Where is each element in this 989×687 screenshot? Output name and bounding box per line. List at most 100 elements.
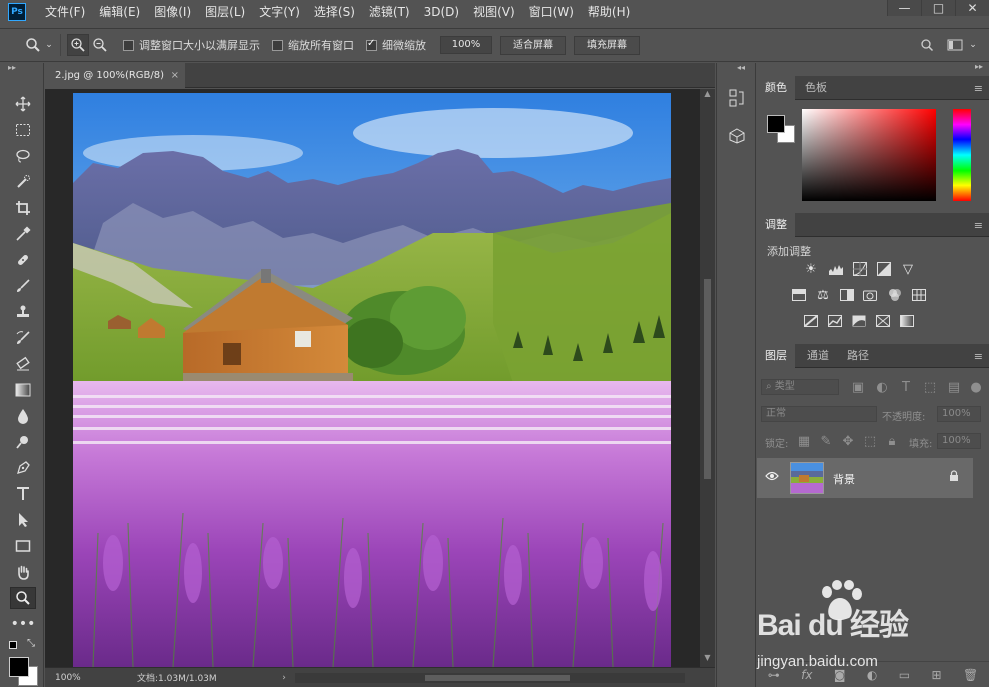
menu-select[interactable]: 选择(S)	[307, 0, 362, 24]
scroll-down-icon[interactable]: ▼	[700, 653, 715, 665]
visibility-eye-icon[interactable]	[765, 470, 779, 484]
curves-icon[interactable]	[851, 261, 869, 277]
add-mask-icon[interactable]: ◙	[834, 668, 846, 682]
channel-mixer-icon[interactable]	[886, 287, 904, 303]
zoom-tool-icon[interactable]	[10, 587, 36, 609]
maximize-button[interactable]: □	[921, 0, 955, 16]
new-adjustment-icon[interactable]: ◐	[867, 668, 877, 682]
black-white-icon[interactable]	[838, 287, 856, 303]
brightness-icon[interactable]: ☀	[802, 261, 820, 277]
lock-icon[interactable]	[949, 470, 959, 485]
layer-style-icon[interactable]: fx	[801, 668, 812, 682]
menu-layer[interactable]: 图层(L)	[198, 0, 252, 24]
menu-view[interactable]: 视图(V)	[466, 0, 522, 24]
marquee-tool-icon[interactable]	[10, 119, 36, 141]
new-group-icon[interactable]: ▭	[899, 668, 910, 682]
panel-menu-icon[interactable]: ≡	[974, 350, 983, 363]
brush-tool-icon[interactable]	[10, 275, 36, 297]
eraser-tool-icon[interactable]	[10, 353, 36, 375]
tab-channels[interactable]: 通道	[799, 344, 837, 368]
foreground-color-swatch[interactable]	[9, 657, 29, 677]
blur-tool-icon[interactable]	[10, 405, 36, 427]
tab-color[interactable]: 颜色	[757, 76, 795, 100]
vibrance-icon[interactable]: ▽	[899, 261, 917, 277]
history-icon[interactable]	[725, 87, 749, 109]
healing-brush-tool-icon[interactable]	[10, 249, 36, 271]
hand-tool-icon[interactable]	[10, 561, 36, 583]
panel-menu-icon[interactable]: ≡	[974, 219, 983, 232]
status-zoom[interactable]: 100%	[45, 673, 97, 683]
color-lookup-icon[interactable]	[910, 287, 928, 303]
zoom-out-icon[interactable]	[89, 34, 111, 56]
layer-filter-select[interactable]: ⌕ 类型	[761, 379, 839, 395]
type-tool-icon[interactable]	[10, 483, 36, 505]
color-field[interactable]	[802, 109, 936, 201]
resize-windows-checkbox[interactable]	[123, 39, 134, 51]
zoom-percent-field[interactable]: 100%	[440, 36, 492, 54]
menu-file[interactable]: 文件(F)	[38, 0, 92, 24]
fill-field[interactable]: 100%	[937, 433, 981, 449]
layer-name[interactable]: 背景	[833, 471, 855, 487]
filter-adjustment-icon[interactable]: ◐	[873, 379, 891, 395]
fill-screen-button[interactable]: 填充屏幕	[574, 35, 640, 55]
color-balance-icon[interactable]: ⚖	[814, 287, 832, 303]
filter-smart-object-icon[interactable]: ▤	[945, 379, 963, 395]
tab-adjustments[interactable]: 调整	[757, 213, 795, 237]
menu-type[interactable]: 文字(Y)	[252, 0, 307, 24]
zoom-in-icon[interactable]	[67, 34, 89, 56]
lock-transparent-icon[interactable]: ▦	[795, 433, 813, 449]
rectangle-tool-icon[interactable]	[10, 535, 36, 557]
horizontal-scrollbar[interactable]	[295, 672, 685, 683]
close-button[interactable]: ✕	[955, 0, 989, 16]
close-icon[interactable]: ×	[171, 63, 179, 88]
hue-saturation-icon[interactable]	[790, 287, 808, 303]
photo-filter-icon[interactable]	[862, 287, 880, 303]
crop-tool-icon[interactable]	[10, 197, 36, 219]
dodge-tool-icon[interactable]	[10, 431, 36, 453]
scroll-up-icon[interactable]: ▲	[700, 89, 715, 101]
lock-image-icon[interactable]: ✎	[817, 433, 835, 449]
scrubby-zoom-checkbox[interactable]	[366, 38, 377, 51]
exposure-icon[interactable]	[875, 261, 893, 277]
opacity-field[interactable]: 100%	[937, 406, 981, 422]
menu-3d[interactable]: 3D(D)	[417, 0, 466, 24]
posterize-icon[interactable]	[826, 313, 844, 329]
move-tool-icon[interactable]	[10, 93, 36, 115]
levels-icon[interactable]	[827, 261, 845, 277]
foreground-color-swatch[interactable]	[767, 115, 785, 133]
search-icon[interactable]	[916, 34, 938, 56]
default-colors-icon[interactable]	[9, 641, 17, 649]
menu-help[interactable]: 帮助(H)	[581, 0, 637, 24]
more-tools-icon[interactable]: •••	[10, 613, 36, 635]
tab-layers[interactable]: 图层	[757, 344, 795, 368]
menu-edit[interactable]: 编辑(E)	[92, 0, 147, 24]
chevron-down-icon[interactable]: ⌄	[44, 34, 54, 56]
collapse-icon[interactable]: ◂◂	[737, 63, 745, 72]
scrollbar-thumb[interactable]	[425, 674, 570, 681]
gradient-map-icon[interactable]	[898, 313, 916, 329]
swap-colors-icon[interactable]: ⤡	[27, 638, 35, 649]
tab-swatches[interactable]: 色板	[797, 76, 835, 100]
zoom-all-windows-checkbox[interactable]	[272, 39, 283, 51]
quick-selection-tool-icon[interactable]	[10, 171, 36, 193]
filter-type-icon[interactable]: T	[897, 379, 915, 395]
panel-collapse-bar[interactable]: ▸▸	[757, 62, 989, 75]
lasso-tool-icon[interactable]	[10, 145, 36, 167]
menu-image[interactable]: 图像(I)	[147, 0, 198, 24]
gradient-tool-icon[interactable]	[10, 379, 36, 401]
zoom-tool-icon[interactable]	[22, 34, 44, 56]
clone-stamp-tool-icon[interactable]	[10, 301, 36, 323]
collapse-icon[interactable]: ▸▸	[975, 62, 983, 71]
minimize-button[interactable]: —	[887, 0, 921, 16]
layer-row[interactable]: 背景	[757, 458, 973, 498]
lock-artboard-icon[interactable]: ⬚	[861, 433, 879, 449]
hue-slider[interactable]	[953, 109, 971, 201]
scrollbar-thumb[interactable]	[704, 279, 711, 479]
vertical-scrollbar[interactable]: ▲ ▼	[700, 89, 715, 667]
chevron-down-icon[interactable]: ⌄	[962, 34, 984, 56]
path-selection-tool-icon[interactable]	[10, 509, 36, 531]
status-menu-arrow[interactable]: ›	[277, 673, 291, 683]
document-tab[interactable]: 2.jpg @ 100%(RGB/8) ×	[45, 63, 185, 88]
eyedropper-tool-icon[interactable]	[10, 223, 36, 245]
threshold-icon[interactable]	[850, 313, 868, 329]
